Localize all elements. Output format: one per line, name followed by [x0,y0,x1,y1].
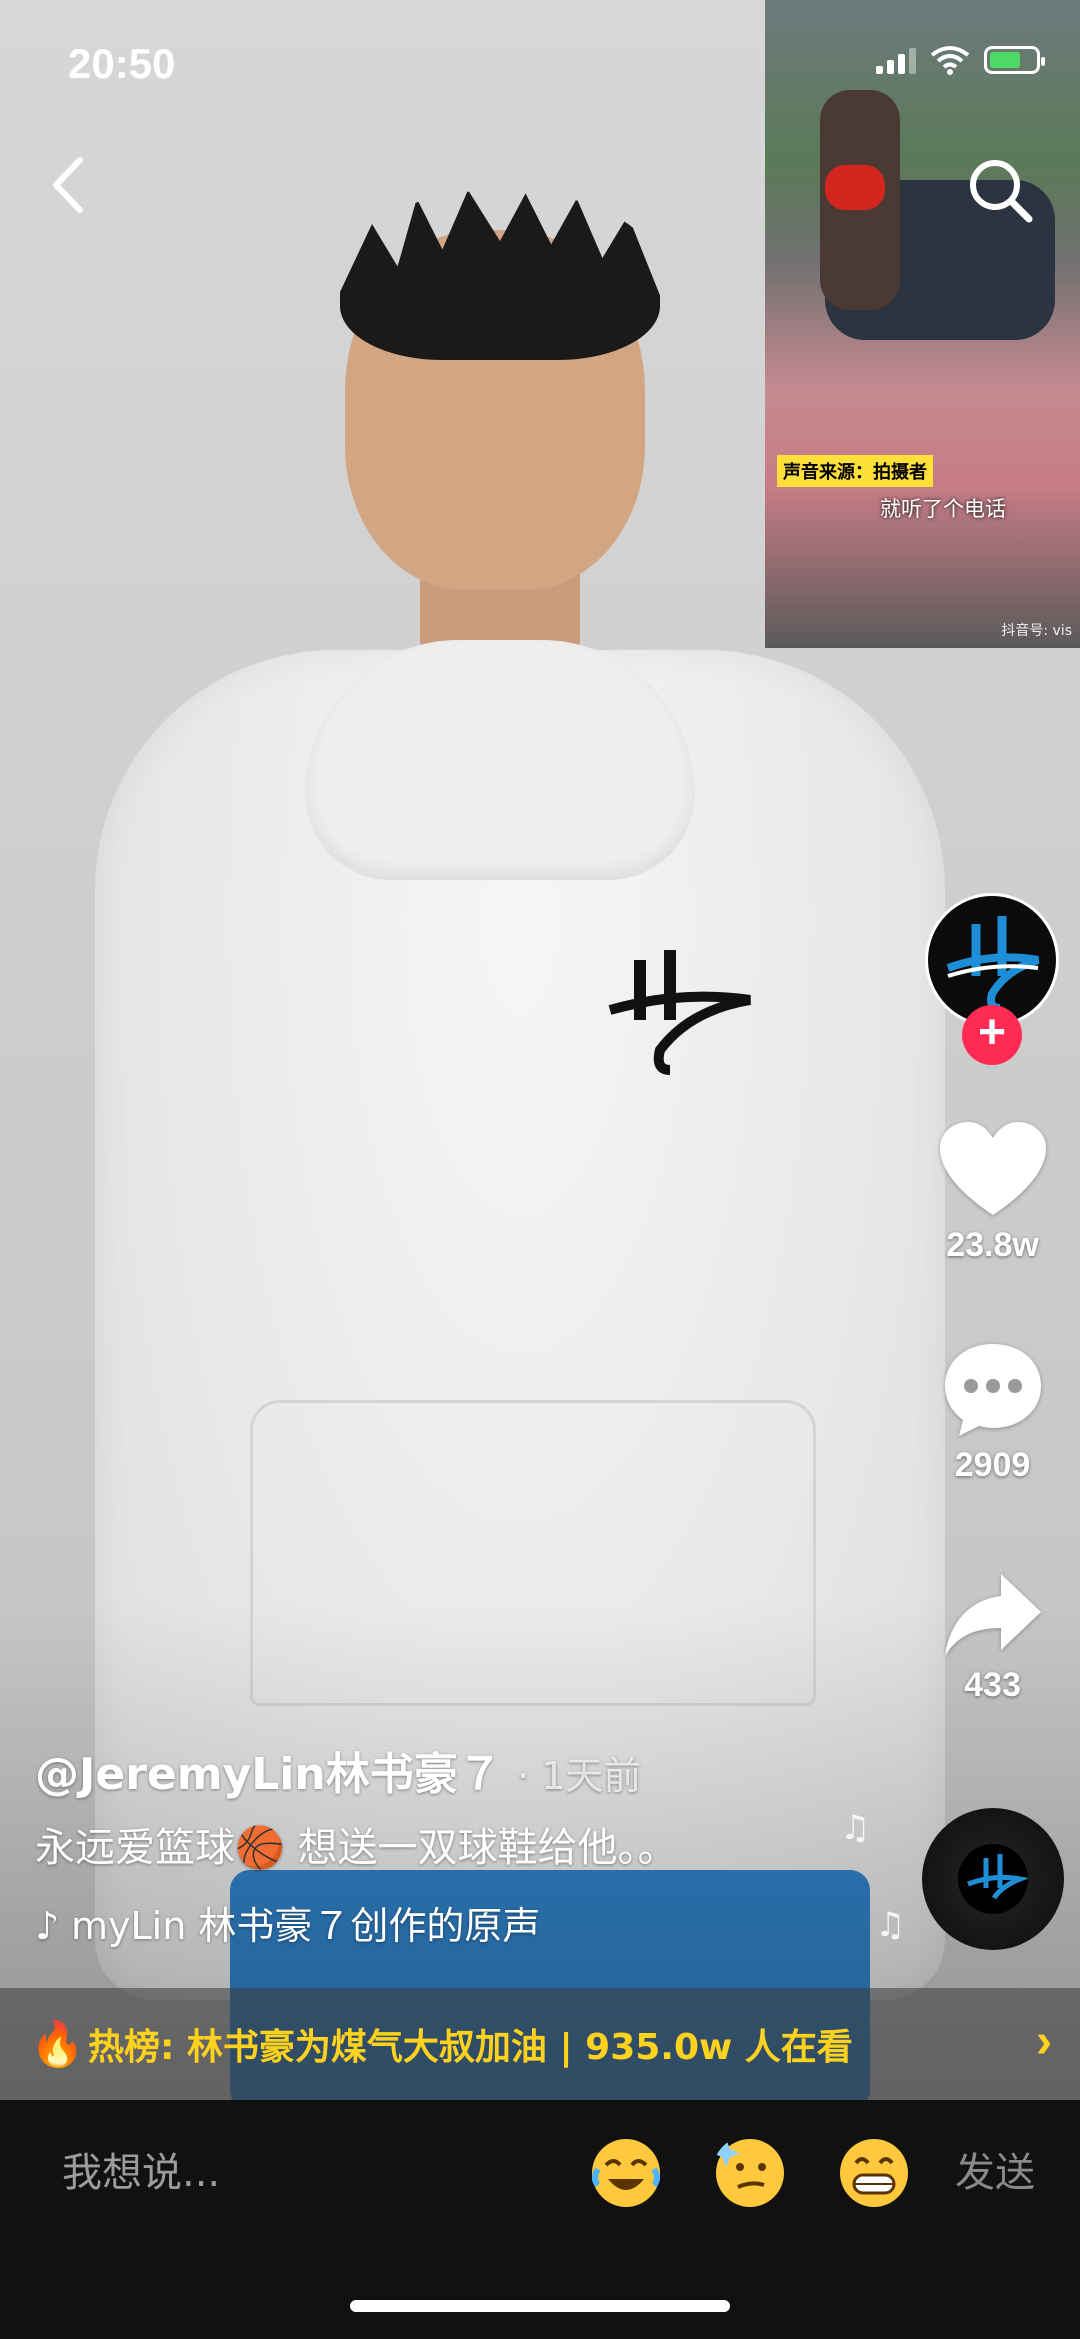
share-count: 433 [964,1666,1021,1704]
home-indicator[interactable] [350,2300,730,2312]
tiktok-note-icon: ♪ [35,1904,60,1948]
post-time: · 1天前 [517,1754,642,1798]
follow-button[interactable]: + [962,1005,1022,1065]
comment-button[interactable]: 2909 [920,1340,1065,1485]
inset-sound-tag: 声音来源：拍摄者 [777,455,933,487]
chevron-right-icon: › [1036,2015,1052,2068]
flame-icon: 🔥 [30,2019,85,2070]
signal-icon [876,46,916,74]
video-description: 永远爱篮球🏀 想送一双球鞋给他。。 [35,1825,678,1871]
like-button[interactable]: 23.8w [920,1120,1065,1265]
back-icon[interactable] [40,150,100,220]
like-count: 23.8w [946,1226,1039,1264]
status-time: 20:50 [68,40,176,87]
comment-icon [944,1344,1041,1436]
hot-list-text: 热榜: 林书豪为煤气大叔加油 | 935.0w 人在看 [88,2027,853,2068]
video-screen[interactable]: 声音来源：拍摄者 就听了个电话 抖音号: vis 20:50 + 23.8w 2… [0,0,1080,2339]
share-icon [944,1574,1041,1656]
comment-input[interactable]: 我想说... [62,2140,220,2198]
wifi-icon [930,46,970,75]
disc-logo-icon [967,1854,1029,1900]
search-icon[interactable] [965,155,1035,225]
send-button[interactable]: 发送 [955,2140,1035,2198]
share-button[interactable]: 433 [920,1570,1065,1705]
music-disc-center [958,1844,1029,1914]
emoji-laugh-cry-icon[interactable] [588,2135,664,2211]
inset-red-object [825,165,885,210]
heart-icon [939,1122,1046,1215]
music-title: myLin 林书豪７创作的原声 [71,1904,541,1948]
emoji-grin-icon[interactable] [836,2135,912,2211]
inset-watermark: 抖音号: vis [1001,623,1072,639]
video-hood [305,640,695,880]
music-disc-icon[interactable] [922,1808,1064,1950]
status-icons [876,45,1045,75]
hot-list-bar[interactable]: 🔥 热榜: 林书豪为煤气大叔加油 | 935.0w 人在看 › [0,1988,1080,2100]
inset-subtitle: 就听了个电话 [880,497,1006,521]
battery-icon [984,46,1045,74]
music-note-icon: ♫ [840,1808,871,1848]
music-note-icon: ♫ [875,1905,906,1945]
emoji-smirk-icon[interactable] [712,2135,788,2211]
chest-logo [608,950,751,1075]
comment-count: 2909 [954,1446,1031,1484]
music-info[interactable]: ♪ myLin 林书豪７创作的原声 [35,1895,595,1950]
author-line[interactable]: @JeremyLin林书豪７ · 1天前 [35,1738,641,1802]
inset-video[interactable]: 声音来源：拍摄者 就听了个电话 抖音号: vis [765,0,1080,648]
video-hair [340,190,660,360]
author-name[interactable]: @JeremyLin林书豪７ [35,1749,502,1800]
